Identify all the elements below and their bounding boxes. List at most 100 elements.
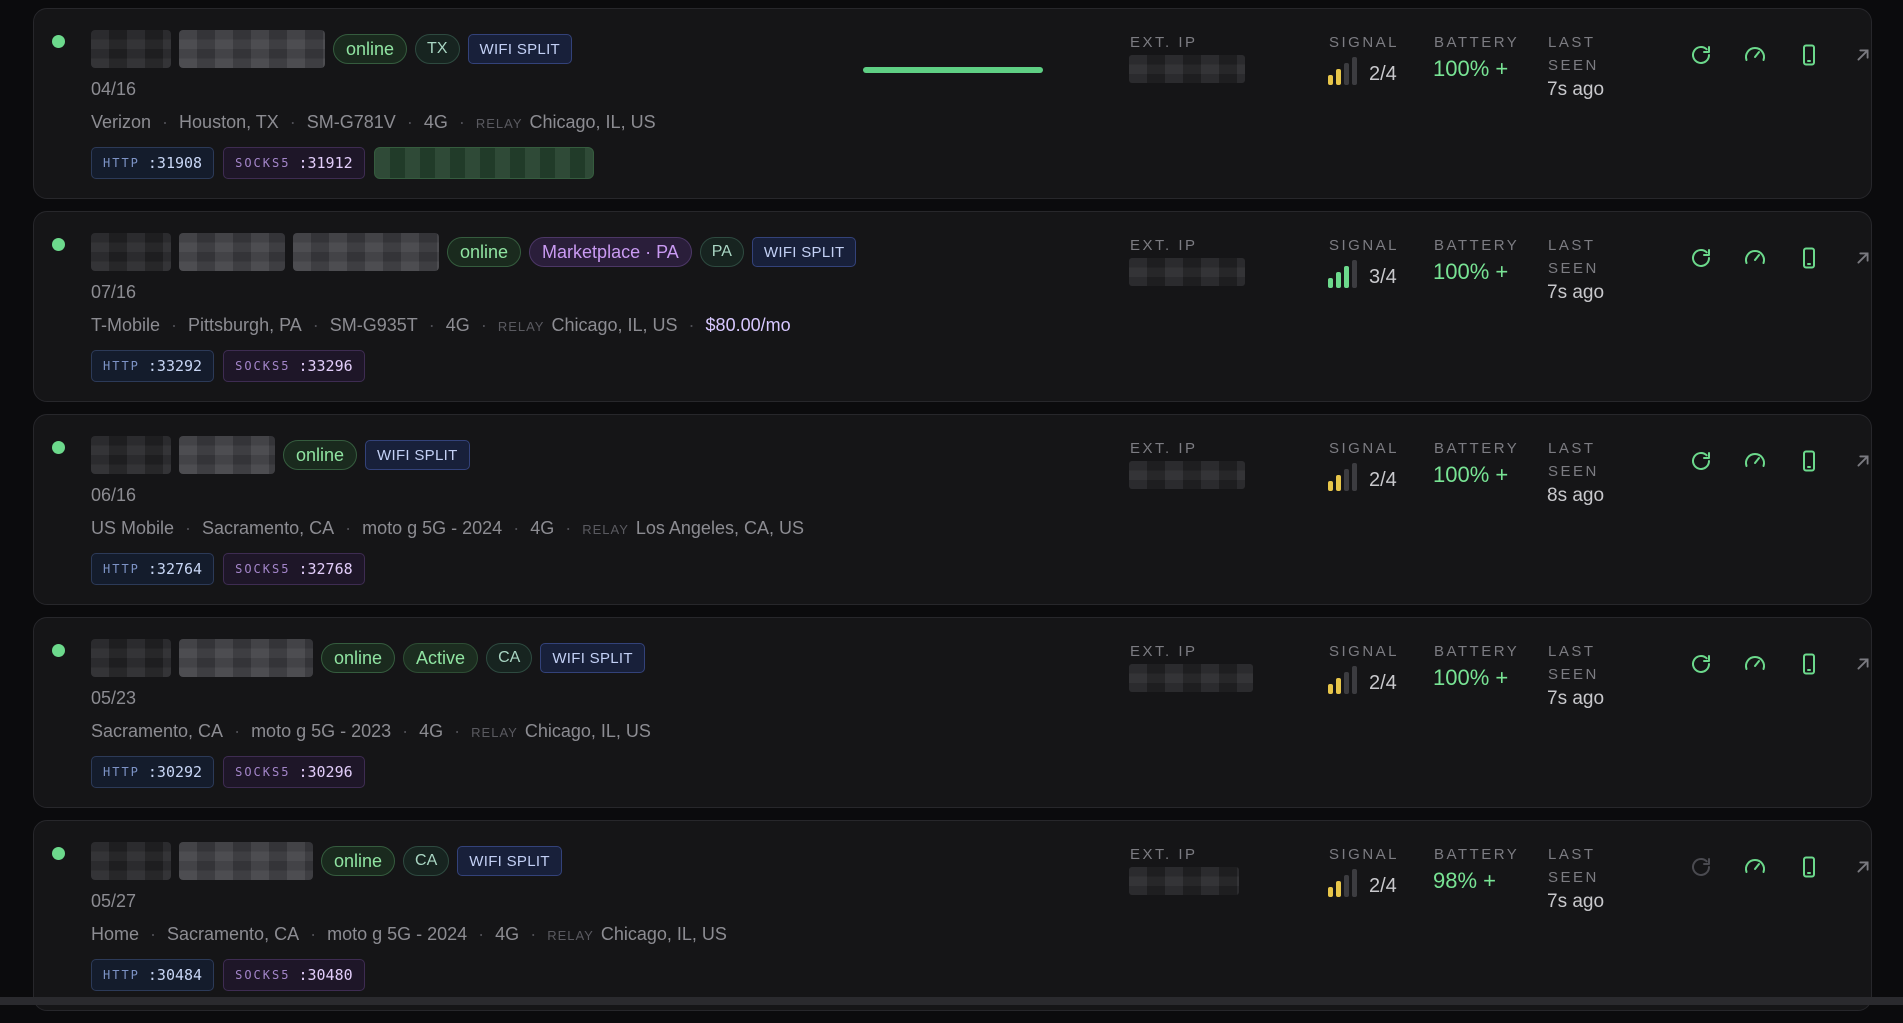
speedometer-icon <box>1743 246 1767 275</box>
arrow-up-right-icon <box>1852 856 1874 883</box>
http-port-value: :33292 <box>147 357 203 375</box>
device-meta: Sacramento, CA · moto g 5G - 2023 · 4G · RELAY… <box>91 721 651 742</box>
http-port-chip[interactable]: HTTP:33292 <box>91 350 215 382</box>
speed-test-button[interactable] <box>1728 449 1782 477</box>
signal-indicator: 2/4 <box>1328 55 1397 85</box>
http-port-chip[interactable]: HTTP:30292 <box>91 756 215 788</box>
meta-relay: Chicago, IL, US <box>551 315 678 335</box>
open-device-button[interactable] <box>1836 43 1890 71</box>
redacted-name <box>91 30 171 68</box>
signal-bars <box>1328 664 1357 694</box>
battery-label: BATTERY <box>1434 34 1520 51</box>
device-card[interactable]: online WIFI SPLIT 06/16 US Mobile · Sacrament… <box>33 414 1872 605</box>
refresh-button[interactable] <box>1674 855 1728 883</box>
device-details-button[interactable] <box>1782 449 1836 477</box>
device-card[interactable]: online TX WIFI SPLIT 04/16 Verizon · Houston, … <box>33 8 1872 199</box>
http-port-chip[interactable]: HTTP:31908 <box>91 147 215 179</box>
device-details-button[interactable] <box>1782 43 1836 71</box>
last-seen-value: 8s ago <box>1547 485 1605 506</box>
signal-label: SIGNAL <box>1329 643 1400 660</box>
refresh-button[interactable] <box>1674 652 1728 680</box>
last-seen-value: 7s ago <box>1547 282 1605 303</box>
separator: · <box>406 112 413 132</box>
speed-test-button[interactable] <box>1728 652 1782 680</box>
wifi-badge: WIFI SPLIT <box>540 643 645 673</box>
socks-port-chip[interactable]: SOCKS5:33296 <box>223 350 365 382</box>
last-seen-label-line2: SEEN <box>1548 260 1599 277</box>
refresh-icon <box>1689 43 1713 72</box>
device-actions <box>1674 43 1890 71</box>
socks-port-chip[interactable]: SOCKS5:31912 <box>223 147 365 179</box>
relay-label: RELAY <box>471 725 518 740</box>
open-device-button[interactable] <box>1836 449 1890 477</box>
progress-bar <box>863 67 1043 73</box>
device-details-button[interactable] <box>1782 652 1836 680</box>
redacted-ext-ip <box>1129 55 1245 83</box>
active-badge: Active <box>403 643 479 673</box>
meta-network: 4G <box>423 112 448 132</box>
battery-label: BATTERY <box>1434 237 1520 254</box>
relay-label: RELAY <box>497 319 545 334</box>
phone-icon <box>1797 855 1821 884</box>
http-port-label: HTTP <box>103 156 140 170</box>
meta-relay: Los Angeles, CA, US <box>635 518 804 538</box>
last-seen-label-line1: LAST <box>1548 237 1596 254</box>
wifi-badge: WIFI SPLIT <box>365 440 470 470</box>
http-port-chip[interactable]: HTTP:32764 <box>91 553 215 585</box>
speed-test-button[interactable] <box>1728 855 1782 883</box>
socks-port-chip[interactable]: SOCKS5:32768 <box>223 553 365 585</box>
device-actions <box>1674 652 1890 680</box>
wifi-badge: WIFI SPLIT <box>457 846 562 876</box>
device-card[interactable]: online Marketplace · PA PA WIFI SPLIT 07/16 T… <box>33 211 1872 402</box>
signal-bars <box>1328 867 1357 897</box>
signal-bar <box>1328 887 1333 897</box>
signal-bars <box>1328 55 1357 85</box>
open-device-button[interactable] <box>1836 855 1890 883</box>
open-device-button[interactable] <box>1836 246 1890 274</box>
socks-port-label: SOCKS5 <box>235 562 291 576</box>
device-card[interactable]: online CA WIFI SPLIT 05/27 Home · Sacramento, … <box>33 820 1872 1011</box>
meta-location: Sacramento, CA <box>202 518 335 538</box>
speedometer-icon <box>1743 652 1767 681</box>
relay-label: RELAY <box>547 928 594 943</box>
last-seen-value: 7s ago <box>1547 688 1605 709</box>
device-details-button[interactable] <box>1782 246 1836 274</box>
bottom-scrollbar[interactable] <box>0 997 1903 1005</box>
signal-bar <box>1352 463 1357 491</box>
redacted-ext-ip <box>1129 461 1245 489</box>
socks-port-chip[interactable]: SOCKS5:30296 <box>223 756 365 788</box>
separator: · <box>345 518 352 538</box>
http-port-label: HTTP <box>103 562 140 576</box>
device-meta: Verizon · Houston, TX · SM-G781V · 4G · RELAY Chi… <box>91 112 656 133</box>
meta-carrier: Verizon <box>91 112 152 132</box>
redacted-name <box>91 639 171 677</box>
redacted-credential <box>373 147 594 179</box>
battery-label: BATTERY <box>1434 846 1520 863</box>
battery-value: 100% + <box>1433 259 1509 284</box>
meta-location: Pittsburgh, PA <box>188 315 302 335</box>
state-badge: CA <box>403 846 450 876</box>
meta-model: moto g 5G - 2024 <box>327 924 468 944</box>
arrow-up-right-icon <box>1852 44 1874 71</box>
separator: · <box>289 112 296 132</box>
device-date: 04/16 <box>91 79 137 99</box>
device-details-button[interactable] <box>1782 855 1836 883</box>
refresh-button[interactable] <box>1674 449 1728 477</box>
device-card[interactable]: online Active CA WIFI SPLIT 05/23 Sacramento,… <box>33 617 1872 808</box>
state-badge: CA <box>486 643 533 673</box>
refresh-button[interactable] <box>1674 246 1728 274</box>
separator: · <box>185 518 192 538</box>
socks-port-chip[interactable]: SOCKS5:30480 <box>223 959 365 991</box>
refresh-button[interactable] <box>1674 43 1728 71</box>
open-device-button[interactable] <box>1836 652 1890 680</box>
speed-test-button[interactable] <box>1728 246 1782 274</box>
last-seen-label-line2: SEEN <box>1548 57 1599 74</box>
signal-value: 2/4 <box>1369 875 1397 897</box>
device-actions <box>1674 855 1890 883</box>
arrow-up-right-icon <box>1852 247 1874 274</box>
http-port-chip[interactable]: HTTP:30484 <box>91 959 215 991</box>
speedometer-icon <box>1743 855 1767 884</box>
redacted-name <box>91 842 171 880</box>
device-header: online Active CA WIFI SPLIT <box>91 638 645 678</box>
speed-test-button[interactable] <box>1728 43 1782 71</box>
